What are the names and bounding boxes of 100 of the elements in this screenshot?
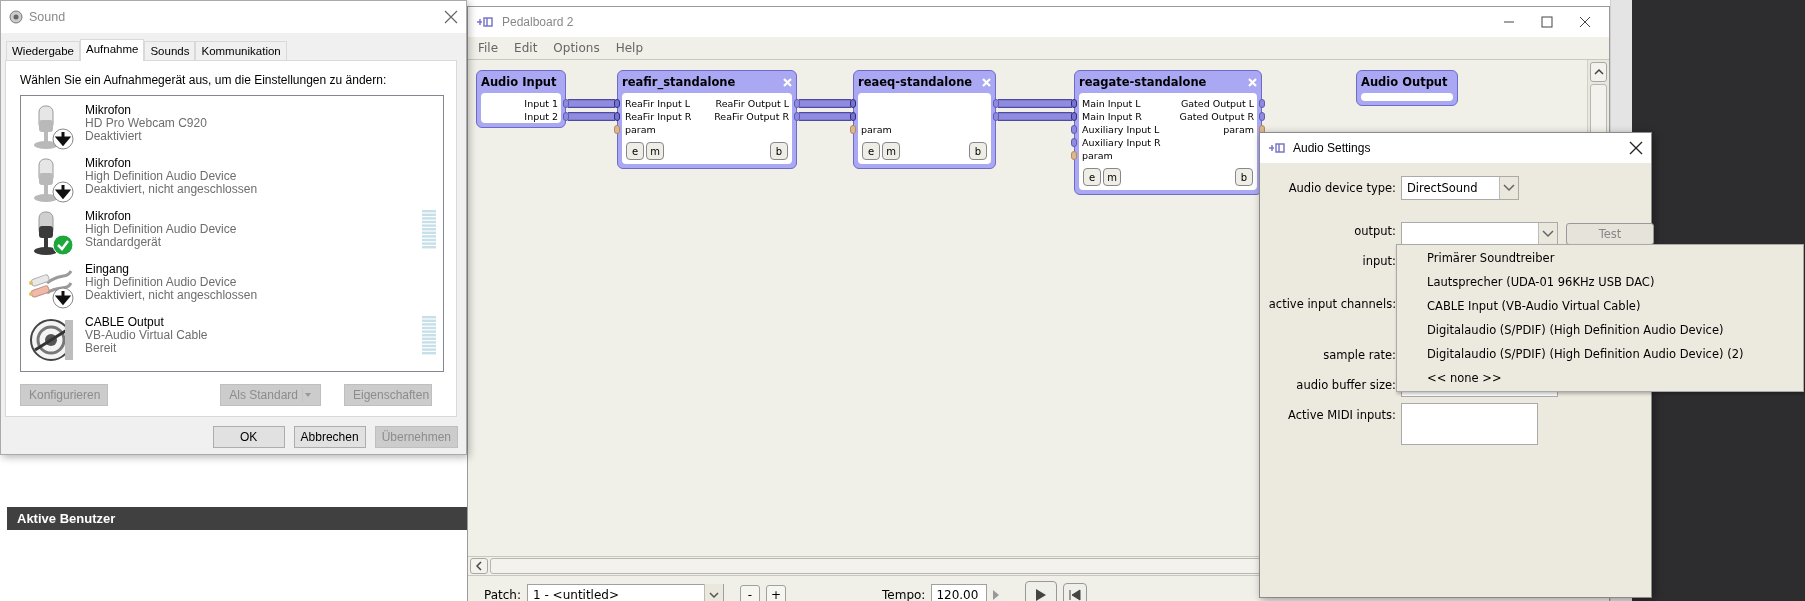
device-type-select[interactable]: DirectSound: [1401, 176, 1519, 200]
tab[interactable]: Kommunikation: [195, 41, 287, 60]
port-label: param: [625, 123, 656, 136]
node-button[interactable]: m: [646, 142, 664, 160]
plugin-node[interactable]: reafir_standalone ReaFir Input L ReaFir Output L ReaFir Input R ReaFir Output R param e m b: [617, 70, 797, 169]
field-label: output:: [1353, 223, 1396, 240]
port-label: Gated Output R: [1179, 110, 1254, 123]
tempo-field[interactable]: 120.00: [931, 584, 988, 601]
maximize-icon[interactable]: [1541, 16, 1553, 28]
close-icon[interactable]: [1579, 16, 1591, 28]
device-status: Deaktiviert, nicht angeschlossen: [85, 183, 258, 196]
dialog-button[interactable]: OK: [212, 426, 285, 448]
port-label: ReaFir Input R: [625, 110, 692, 123]
midi-input-list[interactable]: [1401, 403, 1538, 445]
menu-item[interactable]: Edit: [506, 41, 546, 55]
wire[interactable]: [799, 99, 851, 108]
audio-port[interactable]: [1071, 138, 1077, 147]
plugin-node[interactable]: reaeq-standalone param e m b: [853, 70, 996, 169]
param-port[interactable]: [1071, 151, 1077, 160]
port-label: ReaFir Output R: [714, 110, 789, 123]
wire[interactable]: [568, 99, 615, 108]
device-name[interactable]: CABLE Output: [85, 316, 208, 329]
node-title: Audio Input: [481, 75, 557, 89]
dropdown-option[interactable]: Lautsprecher (UDA-01 96KHz USB DAC): [1397, 270, 1803, 294]
cable-reel-icon: [27, 316, 75, 364]
device-name[interactable]: Mikrofon: [85, 210, 237, 223]
node-button[interactable]: e: [1083, 168, 1101, 186]
port-label: param: [1082, 149, 1113, 162]
param-port[interactable]: [850, 125, 856, 134]
wire[interactable]: [998, 99, 1072, 108]
field-label: audio buffer size:: [1295, 377, 1396, 394]
node-button[interactable]: b: [969, 142, 987, 160]
plugin-node[interactable]: reagate-standalone Main Input L Gated Output L Main Input R Gated Output R Auxiliary Input L param Auxiliary Input R param e m b: [1074, 70, 1262, 195]
node-button[interactable]: e: [626, 142, 644, 160]
device-status: Bereit: [85, 342, 118, 355]
close-icon[interactable]: [1629, 141, 1643, 155]
audio-port[interactable]: [1071, 99, 1077, 108]
node-button[interactable]: b: [1235, 168, 1253, 186]
menu-item[interactable]: Options: [545, 41, 608, 55]
audio-port[interactable]: [1071, 125, 1077, 134]
plugin-node[interactable]: Audio Output: [1356, 70, 1458, 106]
menu-item[interactable]: Help: [607, 41, 651, 55]
tab[interactable]: Sounds: [144, 41, 196, 60]
field-label: sample rate:: [1322, 347, 1396, 364]
spinner-arrow-icon[interactable]: [993, 590, 1000, 600]
plugin-node[interactable]: Audio Input Input 1 Input 2: [476, 70, 566, 128]
field-label: Active MIDI inputs:: [1287, 407, 1396, 424]
port-label: param: [1223, 123, 1254, 136]
pedalboard-icon: [476, 16, 494, 28]
device-description: High Definition Audio Device: [85, 276, 238, 289]
patch-button[interactable]: +: [766, 585, 786, 601]
field-label: active input channels:: [1267, 296, 1396, 313]
dropdown-option[interactable]: << none >>: [1397, 366, 1803, 390]
audio-port[interactable]: [1071, 112, 1077, 121]
port-label: param: [861, 123, 892, 136]
device-description: VB-Audio Virtual Cable: [85, 329, 208, 342]
dropdown-option[interactable]: Digitalaudio (S/PDIF) (High Definition Audio Device): [1397, 318, 1803, 342]
caret-icon: [302, 388, 312, 402]
audio-port[interactable]: [614, 112, 620, 121]
patch-label: Patch:: [484, 588, 521, 601]
rewind-button[interactable]: [1063, 583, 1088, 601]
tab[interactable]: Aufnahme: [80, 39, 145, 61]
menu-item[interactable]: File: [470, 41, 507, 55]
node-button[interactable]: m: [1103, 168, 1121, 186]
node-button[interactable]: e: [862, 142, 880, 160]
window-title: Pedalboard 2: [502, 15, 575, 29]
field-label: input:: [1361, 253, 1396, 270]
pedalboard-icon: [1268, 142, 1286, 154]
port-label: ReaFir Output L: [715, 97, 789, 110]
patch-button[interactable]: -: [740, 585, 760, 601]
node-button[interactable]: m: [882, 142, 900, 160]
node-title: reagate-standalone: [1079, 75, 1207, 89]
device-status: Deaktiviert: [85, 130, 143, 143]
audio-port[interactable]: [614, 99, 620, 108]
port-label: Input 1: [524, 97, 558, 110]
audio-port[interactable]: [850, 99, 856, 108]
dropdown-option[interactable]: CABLE Input (VB-Audio Virtual Cable): [1397, 294, 1803, 318]
device-description: High Definition Audio Device: [85, 170, 238, 183]
tempo-label: Tempo:: [882, 588, 926, 601]
port-label: Auxiliary Input R: [1082, 136, 1161, 149]
window-title: Audio Settings: [1293, 141, 1372, 155]
node-title: Audio Output: [1361, 75, 1448, 89]
node-button[interactable]: b: [770, 142, 788, 160]
audio-port[interactable]: [850, 112, 856, 121]
dropdown-option[interactable]: Primärer Soundtreiber: [1397, 246, 1803, 270]
window-title: Sound: [29, 10, 67, 24]
dropdown-option[interactable]: Digitalaudio (S/PDIF) (High Definition Audio Device) (2): [1397, 342, 1803, 366]
tab[interactable]: Wiedergabe: [6, 41, 80, 60]
wire[interactable]: [568, 112, 615, 121]
param-port[interactable]: [614, 125, 620, 134]
instruction-text: Wählen Sie ein Aufnahmegerät aus, um die Einstellungen zu ändern:: [20, 73, 388, 87]
wire[interactable]: [998, 112, 1072, 121]
dialog-button[interactable]: Abbrechen: [293, 426, 366, 448]
output-select[interactable]: [1401, 222, 1558, 246]
play-icon: [1035, 588, 1048, 601]
patch-select[interactable]: 1 - <untitled>: [527, 584, 724, 601]
wire[interactable]: [799, 112, 851, 121]
device-description: High Definition Audio Device: [85, 223, 237, 236]
speaker-icon: [9, 10, 23, 24]
play-button[interactable]: [1025, 581, 1058, 601]
